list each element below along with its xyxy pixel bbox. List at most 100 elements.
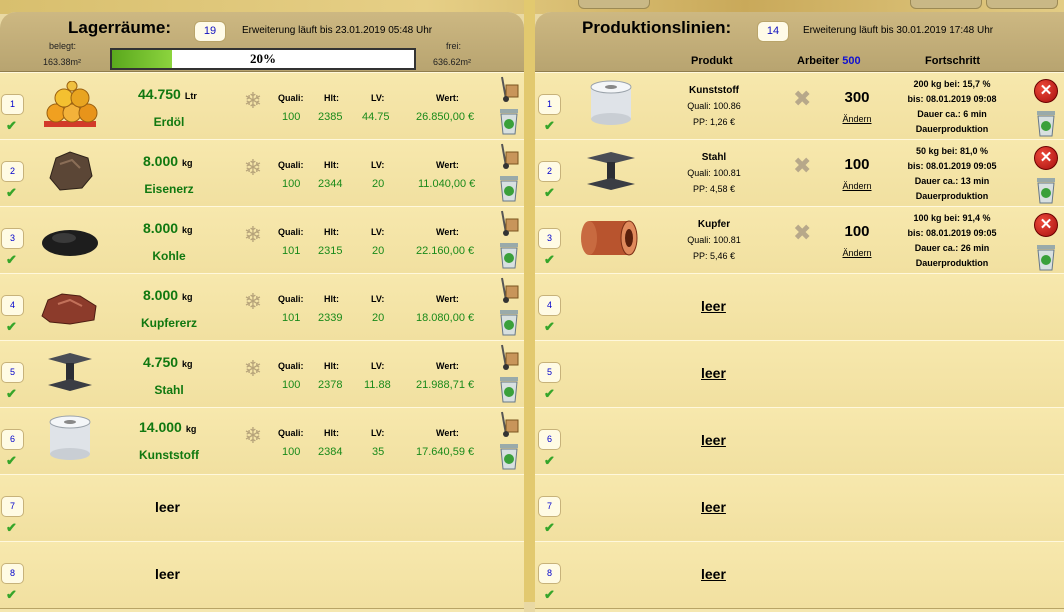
hlt-label: Hlt: [324, 428, 339, 438]
empty-line-link[interactable]: leer [701, 566, 726, 582]
line-number[interactable]: 6 [538, 429, 561, 450]
hand-truck-icon[interactable] [496, 75, 522, 103]
check-icon: ✔ [544, 319, 555, 334]
snowflake-icon[interactable]: ❄ [240, 289, 266, 315]
check-icon: ✔ [544, 587, 555, 602]
slot-number[interactable]: 5 [1, 362, 24, 383]
line-number[interactable]: 7 [538, 496, 561, 517]
empty-line-link[interactable]: leer [701, 432, 726, 448]
item-quantity: 4.750 kg [143, 354, 193, 370]
hand-truck-icon[interactable] [496, 410, 522, 438]
trash-bin-icon[interactable] [497, 174, 521, 202]
progress-mode: Dauerproduktion [915, 124, 989, 134]
change-workers-link[interactable]: Ändern [835, 248, 879, 258]
hand-truck-icon[interactable] [496, 142, 522, 170]
cancel-production-icon[interactable]: ✕ [1034, 146, 1058, 170]
quali-label: Quali: [278, 160, 304, 170]
line-price: PP: 4,58 € [692, 184, 736, 194]
line-number[interactable]: 8 [538, 563, 561, 584]
check-icon: ✔ [544, 453, 555, 468]
hlt-label: Hlt: [324, 227, 339, 237]
line-number[interactable]: 4 [538, 295, 561, 316]
line-price: PP: 1,26 € [692, 117, 736, 127]
storage-row: 1 ✔ 44.750 Ltr Erdöl ❄ Quali: Hlt: LV: We… [0, 72, 524, 140]
slot-number[interactable]: 6 [1, 429, 24, 450]
trash-bin-icon[interactable] [497, 241, 521, 269]
steel-beam-icon [48, 353, 92, 391]
production-line-row: 3 ✔ Kupfer Quali: 100.81 PP: 5,46 € ✖ 10… [535, 206, 1064, 274]
production-line-row: 1 ✔ Kunststoff Quali: 100.86 PP: 1,26 € … [535, 72, 1064, 140]
empty-line-link[interactable]: leer [701, 365, 726, 381]
hand-truck-icon[interactable] [496, 276, 522, 304]
cancel-production-icon[interactable]: ✕ [1034, 213, 1058, 237]
item-name: Stahl [154, 383, 184, 397]
check-icon: ✔ [6, 386, 17, 401]
quantity-unit: kg [182, 225, 193, 235]
top-tab[interactable] [910, 0, 982, 9]
check-icon: ✔ [6, 520, 17, 535]
slot-number[interactable]: 7 [1, 496, 24, 517]
copper-coil-icon [581, 220, 638, 256]
hand-truck-icon[interactable] [496, 209, 522, 237]
snowflake-icon[interactable]: ❄ [240, 88, 266, 114]
line-quality: Quali: 100.81 [687, 235, 741, 245]
slot-number[interactable]: 1 [1, 94, 24, 115]
quali-value: 101 [282, 245, 301, 257]
oil-barrels-icon [44, 81, 98, 127]
storage-panel: Lagerräume: 19 Erweiterung läuft bis 23.… [0, 12, 524, 612]
slot-number[interactable]: 3 [1, 228, 24, 249]
progress-duration: Dauer ca.: 6 min [917, 109, 987, 119]
hlt-label: Hlt: [324, 361, 339, 371]
slot-number[interactable]: 8 [1, 563, 24, 584]
hand-truck-icon[interactable] [496, 343, 522, 371]
line-workers: 100 [844, 223, 870, 240]
check-icon: ✔ [6, 453, 17, 468]
empty-line-link[interactable]: leer [701, 298, 726, 314]
top-tab[interactable] [578, 0, 650, 9]
item-name: Kunststoff [139, 448, 199, 462]
snowflake-icon[interactable]: ❄ [240, 356, 266, 382]
storage-count-badge[interactable]: 19 [194, 21, 226, 42]
trash-bin-icon[interactable] [497, 442, 521, 470]
item-quantity: 14.000 kg [139, 419, 196, 435]
trash-bin-icon[interactable] [497, 308, 521, 336]
production-count-badge[interactable]: 14 [757, 21, 789, 42]
progress-until: bis: 08.01.2019 09:05 [907, 228, 997, 238]
empty-line-link[interactable]: leer [701, 499, 726, 515]
storage-row: 5 ✔ 4.750 kg Stahl ❄ Quali: Hlt: LV: Wert… [0, 340, 524, 408]
item-quantity: 8.000 kg [143, 287, 193, 303]
change-workers-link[interactable]: Ändern [835, 114, 879, 124]
item-name: Erdöl [153, 115, 185, 129]
line-workers: 300 [844, 89, 870, 106]
snowflake-icon[interactable]: ❄ [240, 423, 266, 449]
slot-number[interactable]: 2 [1, 161, 24, 182]
wert-value: 17.640,59 € [416, 446, 475, 458]
storage-row-empty: 7 ✔ leer [0, 474, 524, 542]
cancel-production-icon[interactable]: ✕ [1034, 79, 1058, 103]
lv-value: 35 [372, 446, 385, 458]
trash-bin-icon[interactable] [497, 375, 521, 403]
line-number[interactable]: 3 [538, 228, 561, 249]
trash-bin-icon[interactable] [1034, 243, 1058, 271]
workers-column-header: Arbeiter 500 [797, 55, 861, 67]
line-number[interactable]: 1 [538, 94, 561, 115]
quantity-unit: kg [182, 158, 193, 168]
plastic-roll-icon [49, 415, 91, 460]
production-line-row: 2 ✔ Stahl Quali: 100.81 PP: 4,58 € ✖ 100… [535, 139, 1064, 207]
slot-number[interactable]: 4 [1, 295, 24, 316]
snowflake-icon[interactable]: ❄ [240, 222, 266, 248]
wert-label: Wert: [436, 93, 459, 103]
top-tab[interactable] [986, 0, 1058, 9]
line-number[interactable]: 2 [538, 161, 561, 182]
snowflake-icon[interactable]: ❄ [240, 155, 266, 181]
progress-duration: Dauer ca.: 26 min [914, 243, 990, 253]
trash-bin-icon[interactable] [1034, 176, 1058, 204]
line-number[interactable]: 5 [538, 362, 561, 383]
storage-row: 2 ✔ 8.000 kg Eisenerz ❄ Quali: Hlt: LV: W… [0, 139, 524, 207]
trash-bin-icon[interactable] [1034, 109, 1058, 137]
progress-until: bis: 08.01.2019 09:08 [907, 94, 997, 104]
line-product-name: Stahl [701, 152, 727, 163]
change-workers-link[interactable]: Ändern [835, 181, 879, 191]
quali-label: Quali: [278, 93, 304, 103]
trash-bin-icon[interactable] [497, 107, 521, 135]
